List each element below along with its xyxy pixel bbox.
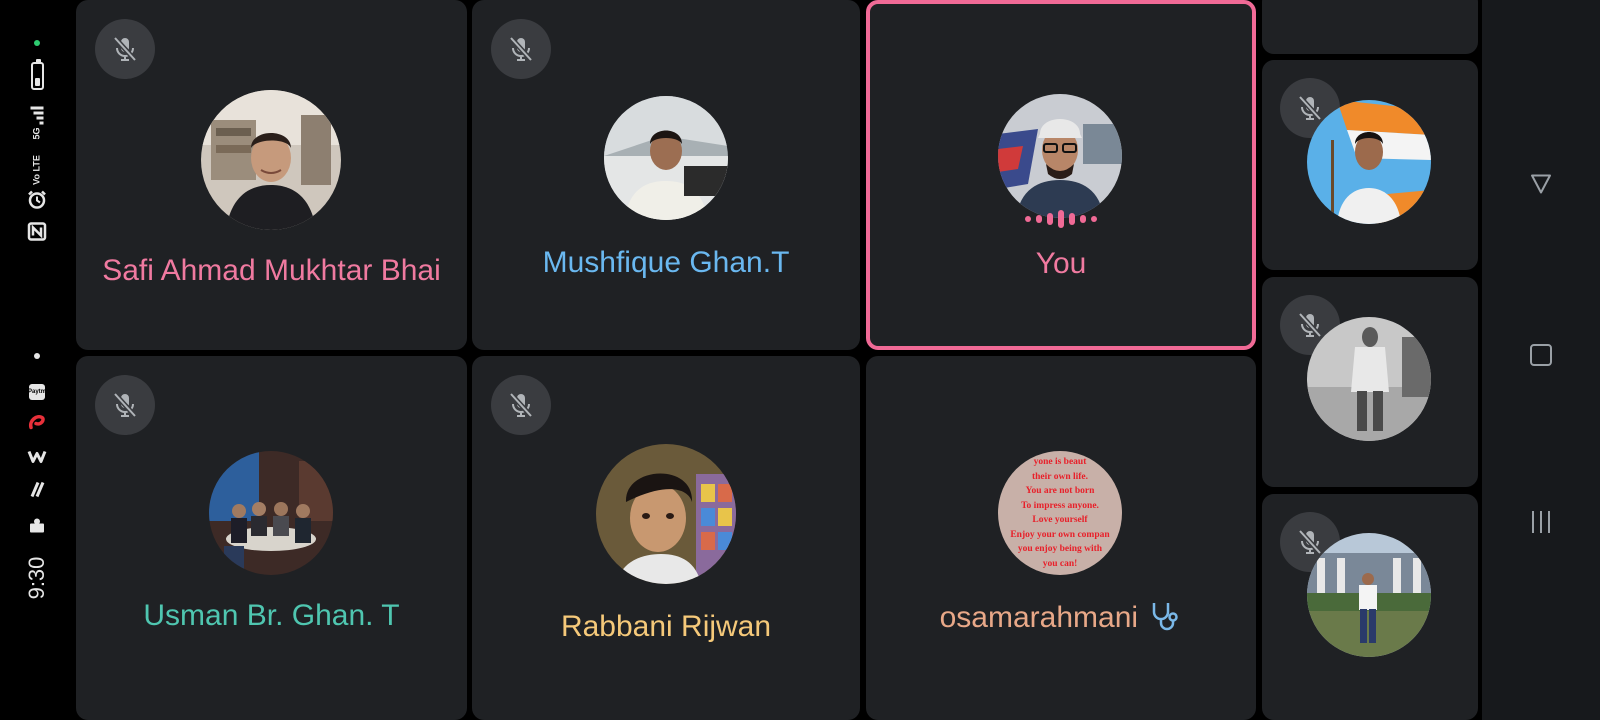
avatar [209, 451, 333, 575]
avatar [1307, 317, 1431, 441]
participant-name-text: Rabbani Rijwan [560, 610, 772, 643]
signal-icon [30, 106, 44, 125]
mic-off-icon [491, 19, 551, 79]
participant-tile[interactable] [1262, 60, 1478, 270]
participant-tile[interactable] [1262, 494, 1478, 720]
recents-icon[interactable] [1532, 511, 1550, 533]
participant-name-text: You [1035, 247, 1087, 280]
participant-name: Rabbani Rijwan [472, 610, 860, 644]
quote-line: yone is beaut [1033, 457, 1087, 467]
notification-dot [34, 353, 40, 359]
avatar-quote-text: yone is beaut their own life. You are no… [998, 455, 1122, 571]
status-bar: 5G Vo LTE Paytm 9:30 [0, 0, 74, 720]
mic-off-icon [95, 19, 155, 79]
participant-name: Safi Ahmad Mukhtar Bhai [76, 254, 467, 288]
participant-tile[interactable]: Rabbani Rijwan [472, 356, 860, 720]
avatar [998, 94, 1122, 218]
paytm-icon: Paytm [28, 384, 46, 400]
speaking-indicator-icon [1025, 210, 1097, 228]
stethoscope-icon [1153, 603, 1179, 631]
participant-tile-partial[interactable] [1262, 0, 1478, 54]
airtel-icon [27, 413, 47, 438]
quote-line: you enjoy being with [1017, 544, 1103, 554]
participant-name: osamarahmani [866, 599, 1256, 635]
clock: 9:30 [24, 556, 49, 600]
participant-name-text: Mushfique Ghan.T [542, 246, 790, 279]
navigation-bar [1482, 0, 1600, 720]
mic-off-icon [95, 375, 155, 435]
participant-tile[interactable]: yone is beaut their own life. You are no… [866, 356, 1256, 720]
participant-name: Mushfique Ghan.T [472, 246, 860, 280]
avatar [604, 96, 728, 220]
avatar [201, 90, 341, 230]
quote-line: Enjoy your own compan [1010, 529, 1110, 540]
alarm-icon [27, 190, 47, 215]
quote-line: To impress anyone. [1021, 500, 1099, 511]
app-notification-icon [27, 449, 47, 470]
nfc-icon [27, 222, 47, 247]
volte-indicator: Vo LTE [31, 155, 42, 185]
home-icon[interactable] [1530, 344, 1552, 366]
self-tile[interactable]: You [866, 0, 1256, 350]
avatar [1307, 533, 1431, 657]
avatar [596, 444, 736, 584]
participant-name-text: osamarahmani [939, 601, 1139, 634]
quote-line: Love yourself [1032, 515, 1088, 525]
network-label: 5G [31, 127, 42, 140]
quote-line: You are not born [1025, 486, 1095, 496]
back-icon[interactable] [1529, 172, 1553, 201]
slash-app-icon [27, 480, 47, 505]
battery-icon [31, 59, 44, 90]
participant-name: Usman Br. Ghan. T [76, 599, 467, 633]
avatar [1307, 100, 1431, 224]
participant-name-text: Usman Br. Ghan. T [143, 599, 400, 632]
network-5g-indicator: 5G [30, 106, 44, 140]
mic-off-icon [491, 375, 551, 435]
participant-tile[interactable]: Mushfique Ghan.T [472, 0, 860, 350]
camera-in-use-dot [34, 40, 40, 46]
participant-name: You [870, 247, 1252, 281]
participant-tile[interactable] [1262, 277, 1478, 487]
avatar: yone is beaut their own life. You are no… [998, 451, 1122, 575]
quote-line: their own life. [1031, 471, 1089, 482]
participant-name-text: Safi Ahmad Mukhtar Bhai [102, 254, 441, 287]
participant-tile[interactable]: Safi Ahmad Mukhtar Bhai [76, 0, 467, 350]
vpn-app-icon [28, 518, 46, 539]
participant-tile[interactable]: Usman Br. Ghan. T [76, 356, 467, 720]
quote-line: you can! [1042, 558, 1078, 569]
